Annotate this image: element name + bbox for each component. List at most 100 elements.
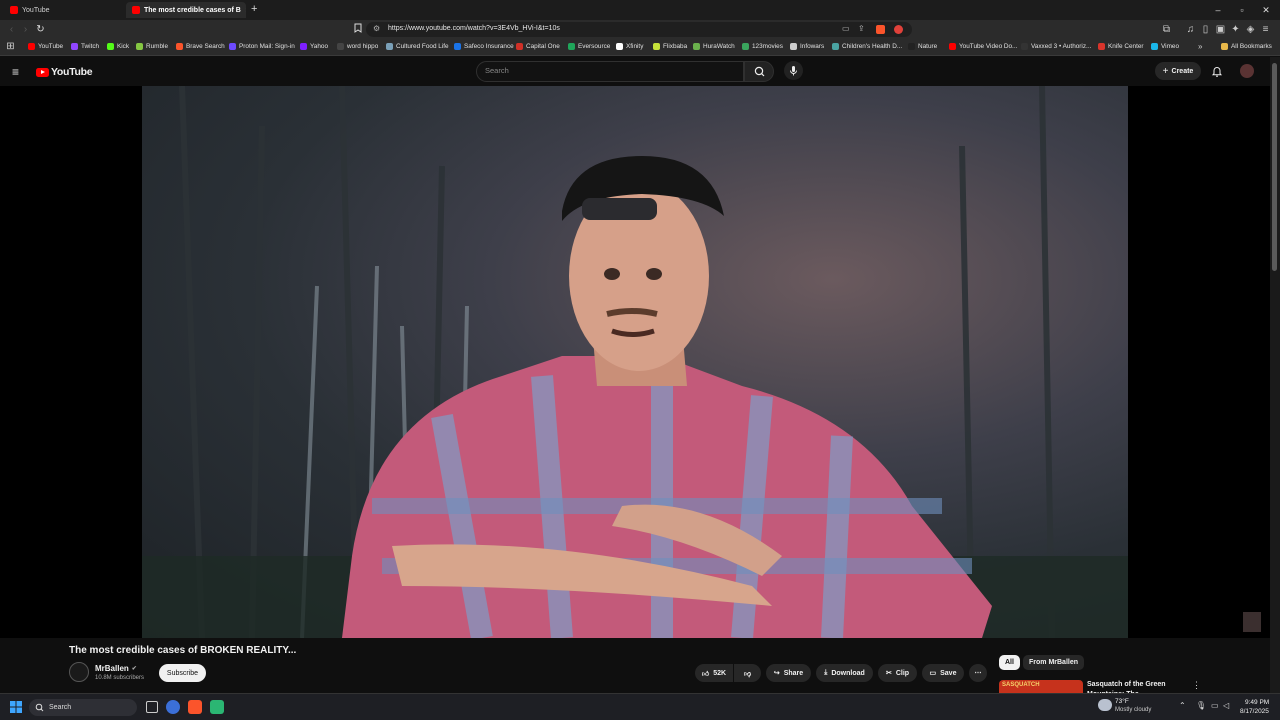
bookmark-item[interactable]: Vaxxed 3 • Authoriz... bbox=[1021, 43, 1091, 50]
app-icon-3[interactable] bbox=[210, 700, 224, 714]
bookmark-favicon-icon bbox=[71, 43, 78, 50]
like-button[interactable]: 👍︎ 52K bbox=[695, 664, 733, 682]
bookmark-item[interactable]: Proton Mail: Sign-in bbox=[229, 43, 295, 50]
tray-overflow-icon[interactable]: ⌃ bbox=[1179, 701, 1186, 710]
search-input[interactable] bbox=[485, 66, 735, 75]
mic-tray-icon[interactable]: 🎙︎ bbox=[1196, 701, 1206, 710]
tab-youtube[interactable]: YouTube bbox=[4, 2, 122, 18]
restore-icon[interactable]: ▫ bbox=[1232, 3, 1252, 17]
recommended-title[interactable]: Sasquatch of the Green Mountains: The Ap… bbox=[1087, 680, 1187, 693]
windows-start-icon[interactable] bbox=[10, 701, 22, 715]
extensions-icon[interactable]: ⧉ bbox=[1160, 23, 1173, 36]
brave-browser-icon[interactable] bbox=[188, 700, 202, 714]
bookmark-item[interactable]: Nature bbox=[908, 43, 937, 50]
brave-rewards-icon[interactable] bbox=[894, 25, 903, 34]
hamburger-menu-icon[interactable]: ≡ bbox=[12, 65, 19, 79]
weather-temp[interactable]: 73°F bbox=[1115, 698, 1129, 705]
share-page-icon[interactable]: ⇪ bbox=[858, 24, 865, 33]
chip-from-channel[interactable]: From MrBallen bbox=[1023, 655, 1085, 670]
bookmark-item[interactable]: Children's Health D... bbox=[832, 43, 902, 50]
bookmark-page-icon[interactable] bbox=[351, 23, 364, 36]
recommended-menu-icon[interactable]: ⋮ bbox=[1192, 680, 1201, 691]
site-settings-icon[interactable]: ⚙ bbox=[373, 24, 380, 33]
channel-name[interactable]: MrBallen ✔ bbox=[95, 664, 137, 673]
leo-icon[interactable]: ✦ bbox=[1229, 23, 1242, 36]
bookmark-label: Twitch bbox=[81, 43, 100, 50]
task-view-icon[interactable] bbox=[146, 701, 158, 713]
tab-current-video[interactable]: The most credible cases of B ✕ bbox=[126, 2, 246, 18]
bookmark-item[interactable]: word hippo bbox=[337, 43, 378, 50]
voice-search-button[interactable] bbox=[784, 61, 803, 80]
youtube-logo[interactable]: YouTube bbox=[36, 66, 93, 78]
bookmark-item[interactable]: Cultured Food Life bbox=[386, 43, 449, 50]
media-icon[interactable]: ♫ bbox=[1184, 23, 1197, 36]
reload-icon[interactable]: ↻ bbox=[34, 23, 47, 36]
close-tab-icon[interactable]: ✕ bbox=[245, 6, 246, 15]
url-text[interactable]: https://www.youtube.com/watch?v=3E4Vb_HV… bbox=[388, 25, 560, 32]
subscriber-count: 10.8M subscribers bbox=[95, 675, 145, 681]
wallet-icon[interactable]: ▣ bbox=[1214, 23, 1227, 36]
notifications-bell-icon[interactable] bbox=[1211, 65, 1223, 83]
recommended-thumbnail[interactable]: SASQUATCH bbox=[999, 680, 1083, 693]
bookmark-item[interactable]: Vimeo bbox=[1151, 43, 1179, 50]
bookmark-item[interactable]: Kick bbox=[107, 43, 129, 50]
dislike-button[interactable]: 👎︎ bbox=[734, 664, 761, 682]
minimize-icon[interactable]: – bbox=[1208, 3, 1228, 17]
menu-icon[interactable]: ≡ bbox=[1259, 23, 1272, 36]
clock-date[interactable]: 8/17/2025 bbox=[1240, 708, 1269, 715]
video-player[interactable] bbox=[0, 86, 1270, 638]
clip-button[interactable]: ✂ Clip bbox=[878, 664, 917, 682]
channel-watermark-icon[interactable] bbox=[1243, 612, 1261, 632]
more-actions-button[interactable]: ⋯ bbox=[969, 664, 987, 682]
apps-grid-icon[interactable]: ⊞ bbox=[4, 40, 17, 53]
bookmark-item[interactable]: YouTube bbox=[28, 43, 63, 50]
save-button[interactable]: ▭ Save bbox=[922, 664, 964, 682]
download-button[interactable]: ⤓ Download bbox=[816, 664, 873, 682]
address-bar[interactable]: ⚙ https://www.youtube.com/watch?v=3E4Vb_… bbox=[366, 22, 912, 37]
bookmark-item[interactable]: Eversource bbox=[568, 43, 610, 50]
bookmark-item[interactable]: 123movies bbox=[742, 43, 783, 50]
video-frame[interactable] bbox=[142, 86, 1128, 638]
brave-shields-icon[interactable] bbox=[876, 25, 885, 34]
bookmark-favicon-icon bbox=[337, 43, 344, 50]
bookmark-item[interactable]: Twitch bbox=[71, 43, 99, 50]
network-icon[interactable]: ▭ bbox=[1211, 701, 1219, 710]
bookmark-item[interactable]: Capital One bbox=[516, 43, 560, 50]
back-icon[interactable]: ‹ bbox=[5, 23, 18, 36]
search-button[interactable] bbox=[744, 61, 774, 82]
folder-icon bbox=[1221, 43, 1228, 50]
forward-icon[interactable]: › bbox=[19, 23, 32, 36]
bookmark-item[interactable]: Safeco Insurance bbox=[454, 43, 514, 50]
create-button[interactable]: + Create bbox=[1155, 62, 1201, 80]
account-avatar[interactable] bbox=[1240, 64, 1254, 78]
bookmark-favicon-icon bbox=[107, 43, 114, 50]
cast-icon[interactable]: ▭ bbox=[842, 24, 850, 33]
bookmark-item[interactable]: Yahoo bbox=[300, 43, 328, 50]
clock-time[interactable]: 9:49 PM bbox=[1245, 699, 1269, 706]
bookmark-item[interactable]: YouTube Video Do... bbox=[949, 43, 1017, 50]
page-scrollbar[interactable] bbox=[1270, 57, 1280, 720]
bookmark-item[interactable]: Brave Search bbox=[176, 43, 225, 50]
volume-icon[interactable]: ◁ bbox=[1223, 701, 1229, 710]
bookmark-item[interactable]: HuraWatch bbox=[693, 43, 735, 50]
bookmark-label: Nature bbox=[918, 43, 938, 50]
bookmark-item[interactable]: Knife Center bbox=[1098, 43, 1144, 50]
taskbar-search[interactable]: Search bbox=[29, 699, 137, 716]
bookmark-item[interactable]: Xfinity bbox=[616, 43, 643, 50]
bookmark-item[interactable]: Flixbaba bbox=[653, 43, 687, 50]
bookmark-item[interactable]: Infowars bbox=[790, 43, 824, 50]
chip-all[interactable]: All bbox=[999, 655, 1020, 670]
channel-avatar[interactable] bbox=[69, 662, 89, 682]
vpn-icon[interactable]: ◈ bbox=[1244, 23, 1257, 36]
subscribe-button[interactable]: Subscribe bbox=[159, 664, 206, 682]
sidebar-icon[interactable]: ▯ bbox=[1199, 23, 1212, 36]
scrollbar-thumb[interactable] bbox=[1272, 63, 1277, 271]
app-icon-1[interactable] bbox=[166, 700, 180, 714]
close-window-icon[interactable]: ✕ bbox=[1256, 3, 1276, 17]
all-bookmarks-folder[interactable]: All Bookmarks bbox=[1221, 43, 1272, 50]
more-bookmarks-icon[interactable]: » bbox=[1198, 42, 1202, 51]
share-button[interactable]: ↪ Share bbox=[766, 664, 811, 682]
bookmark-item[interactable]: Rumble bbox=[136, 43, 168, 50]
weather-desc[interactable]: Mostly cloudy bbox=[1115, 707, 1151, 713]
new-tab-button[interactable]: + bbox=[251, 3, 257, 15]
